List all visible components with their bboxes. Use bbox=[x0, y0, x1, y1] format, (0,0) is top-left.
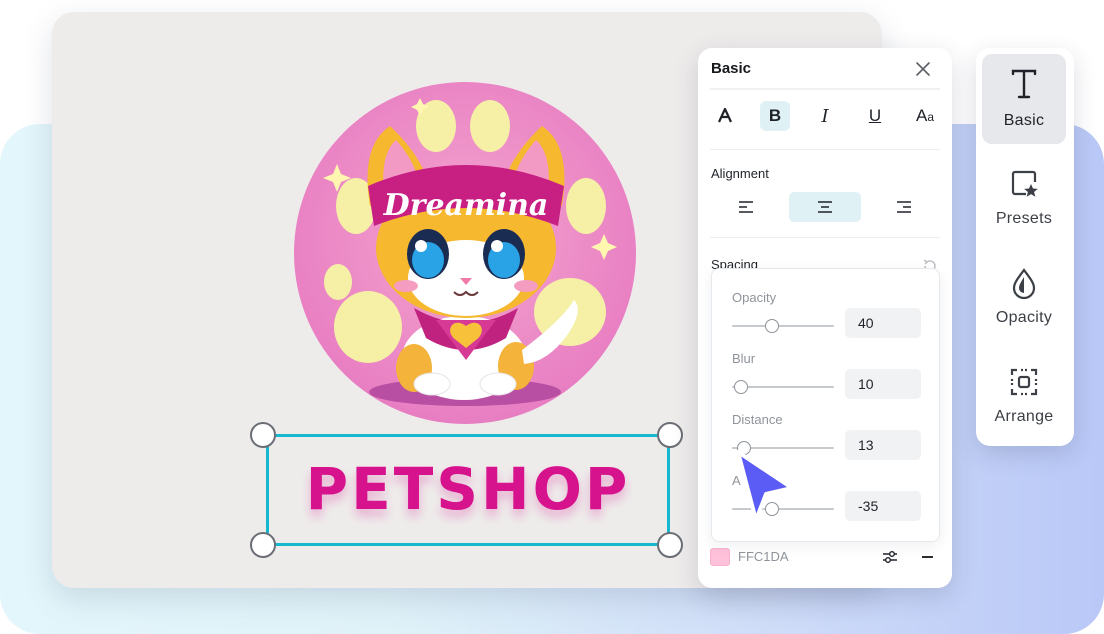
text-style-row: B I U Aa bbox=[710, 100, 940, 132]
bold-icon: B bbox=[768, 106, 782, 125]
logo-text: Dreamina bbox=[383, 188, 549, 223]
toolbar-opacity[interactable]: Opacity bbox=[982, 253, 1066, 343]
close-icon[interactable] bbox=[914, 60, 932, 78]
opacity-input[interactable]: 40 bbox=[845, 308, 921, 338]
resize-handle-bottom-left[interactable] bbox=[250, 532, 276, 558]
arrange-icon bbox=[1010, 368, 1038, 396]
opacity-slider-thumb[interactable] bbox=[765, 319, 779, 333]
cat-logo-illustration[interactable]: Dreamina bbox=[294, 82, 636, 424]
blur-control: Blur 10 bbox=[712, 351, 941, 411]
align-left-icon bbox=[739, 201, 753, 213]
align-left-button[interactable] bbox=[710, 192, 782, 222]
text-case-icon: Aa bbox=[915, 106, 935, 125]
align-right-icon bbox=[897, 201, 911, 213]
opacity-label: Opacity bbox=[732, 290, 777, 305]
font-color-icon bbox=[718, 107, 732, 123]
divider bbox=[710, 149, 940, 150]
opacity-control: Opacity 40 bbox=[712, 290, 941, 350]
blur-slider-thumb[interactable] bbox=[734, 380, 748, 394]
italic-button[interactable]: I bbox=[810, 101, 840, 131]
toolbar-arrange-label: Arrange bbox=[994, 408, 1054, 425]
bold-button[interactable]: B bbox=[760, 101, 790, 131]
resize-handle-bottom-right[interactable] bbox=[657, 532, 683, 558]
opacity-slider[interactable] bbox=[732, 325, 834, 327]
underline-button[interactable]: U bbox=[860, 101, 890, 131]
resize-handle-top-right[interactable] bbox=[657, 422, 683, 448]
blur-label: Blur bbox=[732, 351, 756, 366]
blur-input[interactable]: 10 bbox=[845, 369, 921, 399]
panel-top-divider bbox=[710, 86, 940, 90]
droplet-icon bbox=[1012, 268, 1036, 299]
font-color-button[interactable] bbox=[710, 101, 740, 131]
toolbar-opacity-label: Opacity bbox=[995, 309, 1053, 326]
preset-icon bbox=[1011, 170, 1038, 197]
align-right-button[interactable] bbox=[868, 192, 940, 222]
toolbar-basic-label: Basic bbox=[1003, 112, 1045, 129]
remove-shadow-icon[interactable] bbox=[922, 556, 933, 558]
selected-text-layer[interactable]: PETSHOP bbox=[266, 434, 670, 546]
toolbar-arrange[interactable]: Arrange bbox=[982, 352, 1066, 442]
right-toolbar: Basic Presets Opacity Arrange bbox=[976, 48, 1074, 446]
shadow-color-hex: FFC1DA bbox=[738, 549, 789, 564]
mouse-cursor-icon bbox=[736, 450, 794, 522]
text-case-button[interactable]: Aa bbox=[910, 101, 940, 131]
divider bbox=[710, 237, 940, 238]
panel-title: Basic bbox=[711, 60, 752, 77]
distance-label: Distance bbox=[732, 412, 783, 427]
alignment-label: Alignment bbox=[711, 166, 769, 181]
angle-input[interactable]: -35 bbox=[845, 491, 921, 521]
shadow-color-swatch[interactable] bbox=[710, 548, 730, 566]
italic-icon: I bbox=[821, 105, 829, 127]
text-icon bbox=[1011, 69, 1037, 99]
resize-handle-top-left[interactable] bbox=[250, 422, 276, 448]
toolbar-presets[interactable]: Presets bbox=[982, 154, 1066, 244]
toolbar-presets-label: Presets bbox=[995, 210, 1053, 227]
align-center-button[interactable] bbox=[789, 192, 861, 222]
underline-icon: U bbox=[868, 106, 882, 125]
distance-input[interactable]: 13 bbox=[845, 430, 921, 460]
toolbar-basic[interactable]: Basic bbox=[982, 54, 1066, 144]
petshop-text[interactable]: PETSHOP bbox=[269, 455, 667, 523]
adjust-icon[interactable] bbox=[882, 549, 898, 565]
align-center-icon bbox=[818, 201, 832, 213]
shadow-color-row: FFC1DA bbox=[710, 546, 940, 568]
alignment-row bbox=[710, 192, 940, 222]
